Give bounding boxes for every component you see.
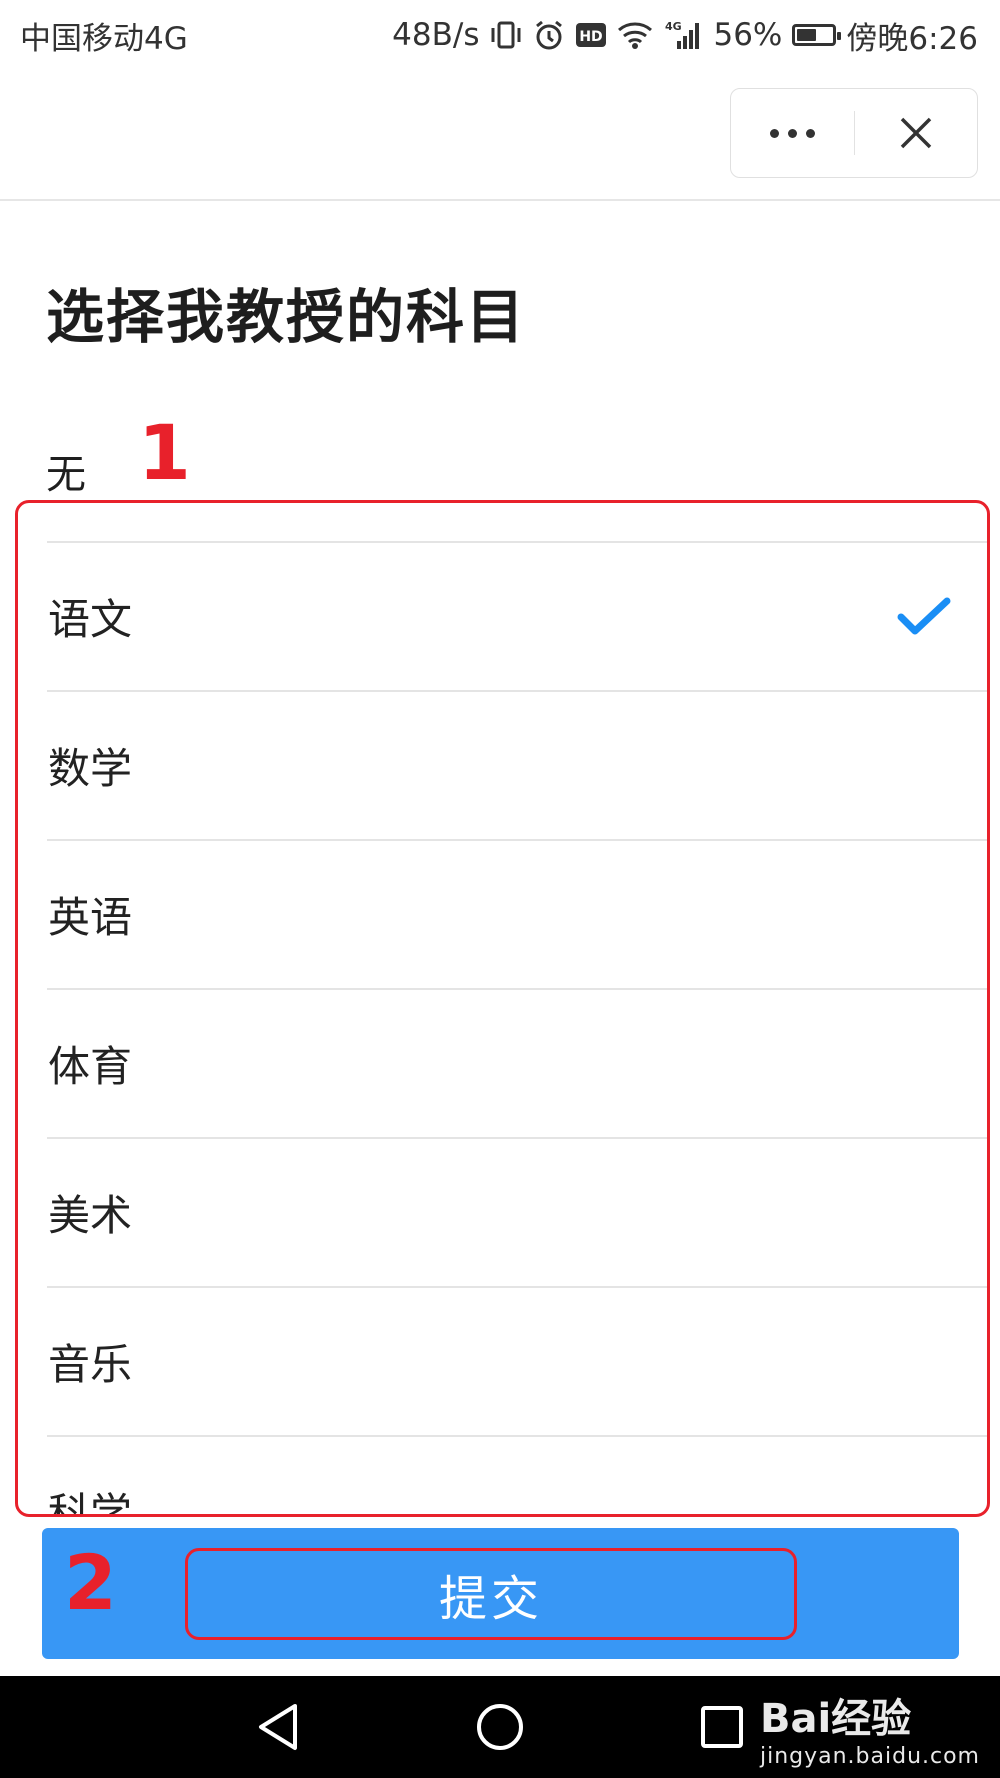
checkmark-icon xyxy=(897,597,951,634)
header-divider xyxy=(0,199,1000,201)
more-dots-icon xyxy=(769,128,815,138)
submit-label: 提交 xyxy=(438,1571,543,1627)
status-icons: 48B/s HD 4G 56% 傍晚6:26 xyxy=(392,13,978,58)
annotation-marker-1: 1 xyxy=(138,408,191,497)
close-button[interactable] xyxy=(855,89,978,177)
recents-button[interactable] xyxy=(682,1676,762,1778)
subject-list: 语文数学英语体育美术音乐科学 xyxy=(18,541,987,1517)
page-title: 选择我教授的科目 xyxy=(46,283,527,351)
subject-label: 音乐 xyxy=(48,1340,133,1389)
navigation-bar: Bai经验 jingyan.baidu.com xyxy=(0,1676,1000,1778)
subject-option[interactable]: 英语 xyxy=(18,841,987,988)
home-button[interactable] xyxy=(460,1676,540,1778)
network-speed: 48B/s xyxy=(392,17,480,53)
battery-icon xyxy=(792,24,842,46)
subject-option[interactable]: 语文 xyxy=(18,543,987,690)
miniprogram-capsule xyxy=(730,88,978,178)
svg-text:4G: 4G xyxy=(665,20,682,33)
subject-label: 体育 xyxy=(48,1042,133,1091)
baidu-jingyan-watermark: Bai经验 jingyan.baidu.com xyxy=(760,1686,980,1769)
subject-option[interactable]: 科学 xyxy=(18,1437,987,1517)
subject-option[interactable]: 体育 xyxy=(18,990,987,1137)
hd-icon: HD xyxy=(575,21,607,49)
recents-square-icon xyxy=(701,1706,743,1748)
battery-percent: 56% xyxy=(713,17,783,53)
watermark-brand: Bai经验 xyxy=(759,1696,912,1742)
submit-button[interactable]: 2 提交 xyxy=(42,1528,959,1659)
submit-highlight: 提交 xyxy=(185,1548,797,1640)
vibrate-icon xyxy=(489,18,523,52)
subject-list-highlight: 语文数学英语体育美术音乐科学 xyxy=(15,500,990,1517)
subject-option[interactable]: 美术 xyxy=(18,1139,987,1286)
wifi-icon xyxy=(617,20,653,50)
close-icon xyxy=(900,117,931,149)
status-bar: 中国移动4G 48B/s HD 4G 56% 傍晚6:26 xyxy=(0,0,1000,70)
clock: 傍晚6:26 xyxy=(846,20,978,57)
subject-label: 数学 xyxy=(48,744,133,793)
back-button[interactable] xyxy=(238,1676,318,1778)
watermark-domain: jingyan.baidu.com xyxy=(759,1744,980,1769)
more-button[interactable] xyxy=(731,89,854,177)
home-circle-icon xyxy=(477,1704,523,1750)
alarm-icon xyxy=(533,19,565,51)
subject-option[interactable]: 音乐 xyxy=(18,1288,987,1435)
4g-signal-icon: 4G xyxy=(663,19,703,51)
subject-label: 语文 xyxy=(48,595,133,644)
annotation-marker-2: 2 xyxy=(64,1538,117,1627)
selected-summary: 无 xyxy=(46,452,86,498)
subject-option[interactable]: 数学 xyxy=(18,692,987,839)
svg-text:HD: HD xyxy=(580,29,603,45)
subject-label: 英语 xyxy=(48,893,133,942)
subject-label: 美术 xyxy=(48,1191,133,1240)
carrier-label: 中国移动4G xyxy=(20,20,188,57)
subject-label: 科学 xyxy=(48,1489,133,1517)
back-triangle-icon xyxy=(259,1704,297,1750)
